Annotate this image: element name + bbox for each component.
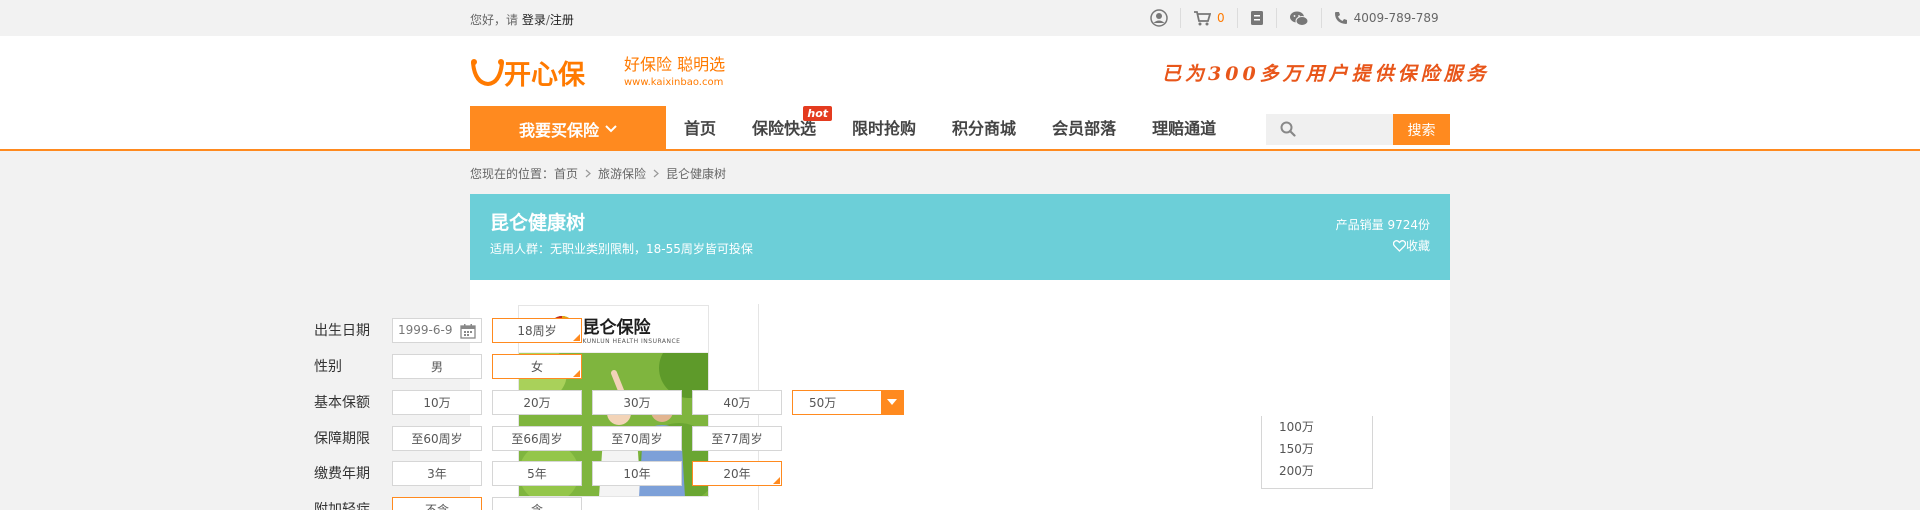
main-nav: 我要买保险 首页 保险快选 hot 限时抢购 积分商城 会员部落 理赔通道 搜索: [0, 106, 1920, 151]
coverage-dropdown-value: 50万: [809, 395, 837, 410]
breadcrumb-home[interactable]: 首页: [554, 165, 578, 182]
nav-points-mall[interactable]: 积分商城: [934, 106, 1034, 151]
wechat-icon: [1289, 11, 1309, 26]
payment-option-20[interactable]: 20年: [692, 460, 782, 486]
rider-label: 附加轻症: [314, 502, 370, 510]
buy-insurance-menu[interactable]: 我要买保险: [470, 106, 666, 151]
nav-flash-sale[interactable]: 限时抢购: [834, 106, 934, 151]
logo-url: www.kaixinbao.com: [624, 77, 723, 88]
birth-date-input[interactable]: 1999-6-9: [392, 317, 482, 343]
chevron-down-icon: [605, 122, 617, 136]
phone-icon: [1334, 12, 1347, 24]
age-display[interactable]: 18周岁: [492, 317, 582, 343]
breadcrumb-current: 昆仑健康树: [666, 167, 727, 181]
dropdown-arrow-icon[interactable]: [881, 390, 903, 414]
sales-label: 产品销量: [1335, 218, 1384, 232]
dropdown-option-200[interactable]: 200万: [1262, 460, 1372, 482]
product-subtitle: 适用人群：无职业类别限制，18-55周岁皆可投保: [490, 242, 753, 256]
coverage-option-30[interactable]: 30万: [592, 389, 682, 415]
payment-row: 缴费年期 3年 5年 10年 20年: [314, 460, 792, 486]
rider-row: 附加轻症 不含 含: [314, 496, 592, 510]
buy-insurance-label: 我要买保险: [518, 120, 599, 140]
rider-option-include[interactable]: 含: [492, 496, 582, 510]
period-option-66[interactable]: 至66周岁: [492, 425, 582, 451]
period-option-60[interactable]: 至60周岁: [392, 425, 482, 451]
breadcrumb-travel[interactable]: 旅游保险: [598, 165, 646, 182]
period-option-70[interactable]: 至70周岁: [592, 425, 682, 451]
coverage-label: 基本保额: [314, 395, 370, 411]
hot-badge: hot: [803, 106, 833, 121]
greeting: 您好，请 登录/注册: [470, 11, 574, 28]
nav-claims[interactable]: 理赔通道: [1134, 106, 1234, 151]
greeting-text: 您好，请: [470, 13, 519, 27]
cart-button[interactable]: 0: [1180, 8, 1237, 28]
account-button[interactable]: [1138, 8, 1180, 28]
coverage-option-10[interactable]: 10万: [392, 389, 482, 415]
payment-option-3[interactable]: 3年: [392, 460, 482, 486]
search-button[interactable]: 搜索: [1393, 114, 1450, 145]
user-icon: [1150, 9, 1168, 27]
favorite-label: 收藏: [1405, 239, 1430, 253]
nav-quick-pick[interactable]: 保险快选 hot: [734, 106, 834, 151]
payment-option-10[interactable]: 10年: [592, 460, 682, 486]
payment-label: 缴费年期: [314, 466, 370, 482]
search-box: [1266, 114, 1393, 145]
period-row: 保障期限 至60周岁 至66周岁 至70周岁 至77周岁: [314, 425, 792, 451]
period-label: 保障期限: [314, 431, 370, 447]
nav-quick-pick-label: 保险快选: [752, 119, 817, 138]
gender-male-option[interactable]: 男: [392, 353, 482, 379]
hotline: 4009-789-789: [1320, 8, 1451, 28]
dropdown-option-150[interactable]: 150万: [1262, 438, 1372, 460]
coverage-dropdown[interactable]: 50万: [792, 389, 904, 415]
top-bar: 您好，请 登录/注册 0 4009-789-789: [0, 0, 1920, 36]
chevron-right-icon: [653, 167, 659, 181]
rider-option-exclude[interactable]: 不含: [392, 496, 482, 510]
breadcrumb-prefix: 您现在的位置：: [470, 167, 555, 181]
chevron-right-icon: [585, 167, 591, 181]
heart-icon: [1392, 239, 1406, 252]
search-input[interactable]: [1302, 114, 1390, 145]
coverage-option-40[interactable]: 40万: [692, 389, 782, 415]
document-icon: [1250, 11, 1263, 25]
product-title: 昆仑健康树: [490, 212, 586, 234]
product-banner: 昆仑健康树 适用人群：无职业类别限制，18-55周岁皆可投保 产品销量 9724…: [470, 194, 1450, 280]
cart-icon: [1194, 11, 1211, 26]
nav-home[interactable]: 首页: [666, 106, 734, 151]
coverage-dropdown-list: 100万 150万 200万: [1261, 416, 1373, 489]
payment-option-5[interactable]: 5年: [492, 460, 582, 486]
gender-row: 性别 男 女: [314, 353, 592, 379]
birth-row: 出生日期 1999-6-9 18周岁: [314, 317, 592, 343]
birth-label: 出生日期: [314, 323, 370, 339]
logo-tagline: 好保险 聪明选: [624, 55, 725, 74]
product-sales: 产品销量 9724份: [1336, 216, 1430, 233]
dropdown-option-100[interactable]: 100万: [1262, 416, 1372, 438]
coverage-row: 基本保额 10万 20万 30万 40万 50万: [314, 389, 904, 415]
kaixinbao-logo[interactable]: 开心保 好保险 聪明选 www.kaixinbao.com: [470, 53, 730, 93]
search-icon: [1280, 121, 1296, 137]
logo-text: 开心保: [504, 60, 586, 91]
login-link[interactable]: 登录: [522, 13, 546, 27]
nav-member-club[interactable]: 会员部落: [1034, 106, 1134, 151]
wechat-button[interactable]: [1275, 8, 1321, 28]
cart-count: 0: [1217, 11, 1225, 25]
gender-label: 性别: [314, 359, 342, 375]
sales-value: 9724份: [1387, 218, 1430, 232]
period-option-77[interactable]: 至77周岁: [692, 425, 782, 451]
brand-name: 昆仑保险: [582, 318, 651, 338]
calendar-icon[interactable]: [460, 323, 476, 339]
coverage-option-20[interactable]: 20万: [492, 389, 582, 415]
gender-female-option[interactable]: 女: [492, 353, 582, 379]
header-slogan: 已为300多万用户提供保险服务: [1162, 63, 1490, 85]
orders-button[interactable]: [1236, 8, 1276, 28]
nav-links: 首页 保险快选 hot 限时抢购 积分商城 会员部落 理赔通道: [666, 106, 1234, 151]
favorite-button[interactable]: 收藏: [1392, 237, 1430, 254]
top-bar-icons: 0 4009-789-789: [1138, 8, 1451, 28]
register-link[interactable]: 注册: [550, 13, 574, 27]
brand-subtitle: KUNLUN HEALTH INSURANCE: [582, 338, 681, 345]
birth-date-value: 1999-6-9: [398, 323, 453, 337]
phone-number: 4009-789-789: [1353, 11, 1439, 25]
breadcrumb: 您现在的位置： 首页 旅游保险 昆仑健康树: [470, 165, 726, 182]
